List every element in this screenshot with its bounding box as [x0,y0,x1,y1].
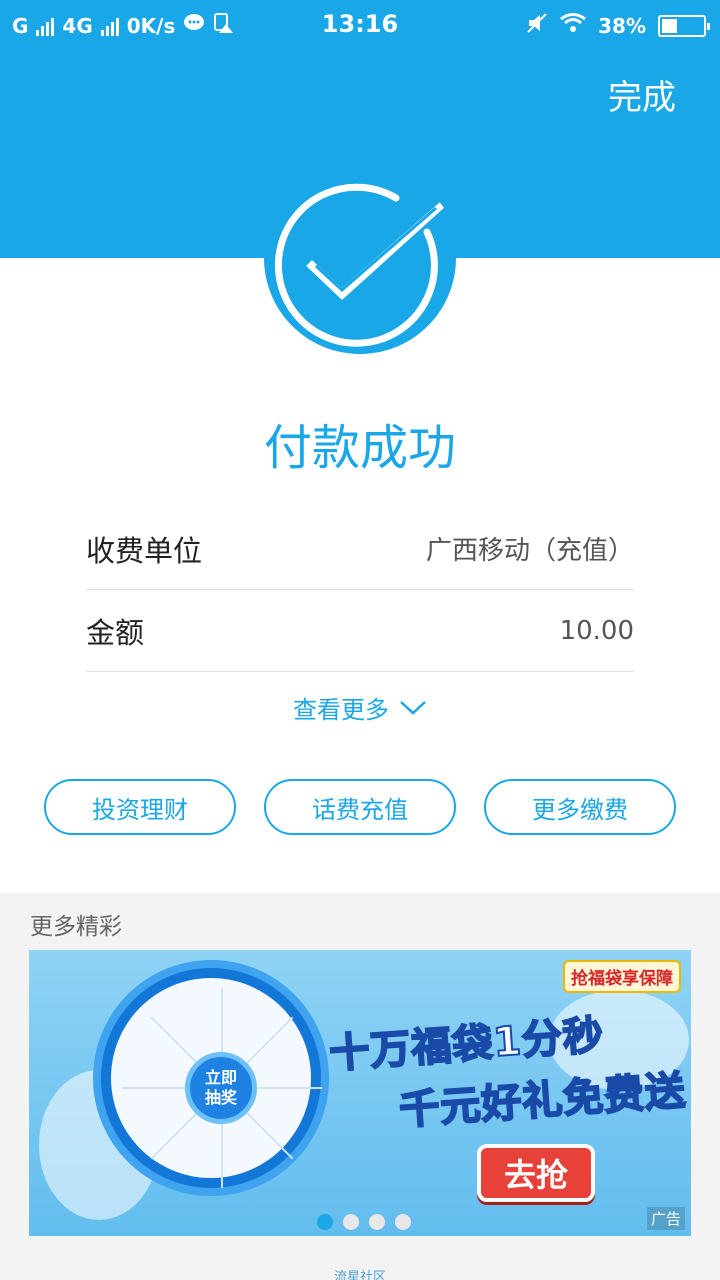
detail-row-payee: 收费单位 广西移动（充值） [86,508,634,590]
banner-headline-2a: 千元好礼 [397,1076,566,1135]
payee-label: 收费单位 [86,533,203,568]
wheel-draw-button[interactable]: 立即 抽奖 [185,1052,257,1124]
action-buttons: 投资理财 话费充值 更多缴费 [44,779,676,835]
banner-headline-2b: 免费送 [561,1067,689,1123]
chevron-down-icon [399,694,427,722]
ad-label: 广告 [646,1207,685,1230]
amount-value: 10.00 [559,615,634,646]
amount-label: 金额 [86,615,145,650]
success-check-icon [264,162,456,354]
ad-banner[interactable]: 立即 抽奖 抢福袋享保障 十万福袋1分秒 千元好礼免费送 去抢 广告 [29,950,691,1236]
carousel-dots[interactable] [317,1214,411,1230]
view-more-label: 查看更多 [293,696,389,724]
carousel-dot[interactable] [395,1214,411,1230]
battery-level [662,18,677,33]
invest-button[interactable]: 投资理财 [44,779,236,835]
detail-row-amount: 金额 10.00 [86,590,634,672]
carousel-dot[interactable] [317,1214,333,1230]
prize-wheel-face: 立即 抽奖 [111,978,322,1188]
prize-wheel: 立即 抽奖 [93,960,329,1196]
more-section-title: 更多精彩 [30,914,122,940]
carousel-dot[interactable] [369,1214,385,1230]
mute-icon [526,12,548,39]
view-more-link[interactable]: 查看更多 [0,690,720,725]
carousel-dot[interactable] [343,1214,359,1230]
footer-watermark: 流星社区 [333,1270,386,1280]
grab-button[interactable]: 去抢 [477,1144,595,1202]
status-right: 38% [526,12,710,39]
wifi-icon [560,13,587,38]
lucky-bag-badge: 抢福袋享保障 [563,960,681,993]
status-bar: G 4G 0K/s 13:16 38% [0,0,720,50]
more-payments-button[interactable]: 更多缴费 [484,779,676,835]
payee-value: 广西移动（充值） [425,536,634,566]
wheel-draw-label: 立即 抽奖 [204,1068,237,1107]
done-button[interactable]: 完成 [608,70,676,119]
battery-icon [658,14,710,37]
more-section: 更多精彩 立即 抽奖 抢福袋享保障 十万福袋1分秒 千元好礼免费送 去抢 广告 [0,893,720,1280]
battery-percent: 38% [598,13,646,38]
payment-success-title: 付款成功 [263,420,456,476]
phone-topup-button[interactable]: 话费充值 [264,779,456,835]
